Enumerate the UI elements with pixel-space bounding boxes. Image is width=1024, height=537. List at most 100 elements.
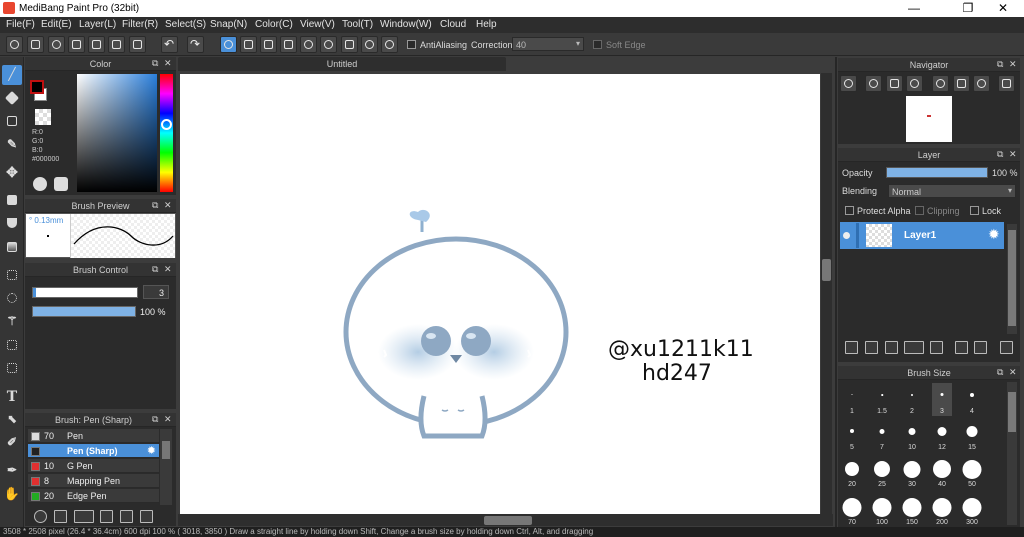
brush-size-option[interactable]: 4 — [962, 383, 982, 416]
snap-settings-button[interactable] — [381, 36, 398, 53]
eyedropper-tool[interactable]: ✒ — [2, 461, 22, 481]
layer-row-layer1[interactable]: Layer1 ✹ — [840, 222, 1004, 249]
menu-cloud[interactable]: Cloud — [440, 19, 466, 30]
select-eraser-tool[interactable] — [2, 358, 22, 378]
transparent-color-swatch[interactable] — [35, 109, 51, 125]
menu-color[interactable]: Color(C) — [255, 19, 293, 30]
document-button[interactable] — [88, 36, 105, 53]
menu-file[interactable]: File(F) — [6, 19, 35, 30]
hue-slider[interactable] — [160, 74, 173, 192]
close-button[interactable]: ✕ — [986, 0, 1020, 17]
brush-tool[interactable]: ╱ — [2, 65, 22, 85]
float-icon[interactable]: ⧉ — [152, 264, 158, 275]
brush-list-scroll-thumb[interactable] — [162, 441, 170, 459]
snap-off-button[interactable] — [220, 36, 237, 53]
shape-tool[interactable] — [2, 111, 22, 131]
menu-tool[interactable]: Tool(T) — [342, 19, 373, 30]
layer-folder-button[interactable] — [930, 341, 943, 354]
close-icon[interactable]: ✕ — [164, 414, 172, 425]
saturation-value-picker[interactable] — [77, 74, 157, 192]
gradient-tool[interactable] — [2, 237, 22, 257]
protect-alpha-checkbox[interactable] — [845, 206, 854, 215]
brush-size-option[interactable]: 50 — [962, 456, 982, 489]
canvas-horizontal-scrollbar[interactable] — [178, 514, 833, 526]
layer-list-scroll-thumb[interactable] — [1008, 230, 1016, 326]
navigator-thumbnail[interactable] — [906, 96, 952, 142]
new-layer-button[interactable] — [845, 341, 858, 354]
menu-filter[interactable]: Filter(R) — [122, 19, 158, 30]
brush-size-scrollbar[interactable] — [1007, 382, 1017, 525]
brush-size-option[interactable]: 5 — [842, 419, 862, 452]
new-brush-button[interactable] — [54, 510, 67, 523]
move-tool[interactable]: ✥ — [2, 163, 22, 183]
gear-icon[interactable]: ✹ — [147, 444, 156, 457]
radial-snap-button[interactable] — [300, 36, 317, 53]
minimize-button[interactable]: — — [897, 0, 931, 17]
lasso-tool[interactable] — [2, 288, 22, 308]
vertical-scroll-thumb[interactable] — [822, 259, 831, 281]
brush-size-scroll-thumb[interactable] — [1008, 392, 1016, 432]
operation-tool[interactable]: ⬉ — [2, 410, 22, 430]
menu-edit[interactable]: Edit(E) — [41, 19, 72, 30]
clipping-checkbox[interactable] — [915, 206, 924, 215]
zoom-out-button[interactable] — [906, 75, 923, 92]
menu-view[interactable]: View(V) — [300, 19, 335, 30]
canvas-paper[interactable]: @xu1211k11 hd247 — [180, 74, 820, 514]
brush-item-pen-sharp[interactable]: 3 Pen (Sharp) ✹ — [28, 444, 159, 458]
float-icon[interactable]: ⧉ — [152, 58, 158, 69]
close-icon[interactable]: ✕ — [164, 264, 172, 275]
circle-snap-button[interactable] — [361, 36, 378, 53]
brush-size-option[interactable]: 1 — [842, 383, 862, 416]
brush-size-option[interactable]: 20 — [842, 456, 862, 489]
fit-button[interactable] — [886, 75, 903, 92]
close-icon[interactable]: ✕ — [164, 200, 172, 211]
brush-size-option[interactable]: 200 — [932, 492, 952, 526]
brush-folder-button[interactable] — [120, 510, 133, 523]
brush-size-option[interactable]: 150 — [902, 492, 922, 526]
magic-wand-tool[interactable]: ⚚ — [2, 312, 22, 332]
brush-size-option[interactable]: 70 — [842, 492, 862, 526]
brush-size-option[interactable]: 12 — [932, 419, 952, 452]
parallel-snap-button[interactable] — [240, 36, 257, 53]
brush-size-option[interactable]: 1.5 — [872, 383, 892, 416]
add-layer-menu-button[interactable] — [904, 341, 924, 354]
brush-size-field[interactable]: 3 — [143, 285, 169, 299]
rotate-left-button[interactable] — [932, 75, 949, 92]
full-screen-button[interactable] — [953, 75, 970, 92]
hue-handle[interactable] — [161, 119, 172, 130]
blending-select[interactable]: Normal ▾ — [888, 184, 1016, 198]
foreground-color-swatch[interactable] — [30, 80, 44, 94]
menu-snap[interactable]: Snap(N) — [210, 19, 247, 30]
chat-button[interactable] — [68, 36, 85, 53]
close-icon[interactable]: ✕ — [1009, 59, 1017, 70]
cloud-button[interactable] — [6, 36, 23, 53]
close-icon[interactable]: ✕ — [1009, 149, 1017, 160]
new-8bit-layer-button[interactable] — [885, 341, 898, 354]
rotate-right-button[interactable] — [973, 75, 990, 92]
grid-button[interactable] — [129, 36, 146, 53]
brush-opacity-slider[interactable] — [32, 306, 136, 317]
bucket-tool[interactable] — [2, 213, 22, 233]
brush-size-option-selected[interactable]: 3 — [932, 383, 952, 416]
merge-layer-button[interactable] — [974, 341, 987, 354]
float-icon[interactable]: ⧉ — [997, 149, 1003, 160]
select-tool[interactable] — [2, 265, 22, 285]
canvas-tab[interactable]: Untitled — [178, 57, 506, 71]
color-history-button[interactable] — [54, 177, 68, 191]
correction-select[interactable]: 40 ▾ — [512, 37, 584, 51]
horizontal-scroll-thumb[interactable] — [484, 516, 532, 525]
select-pen-tool[interactable] — [2, 335, 22, 355]
brush-size-option[interactable]: 25 — [872, 456, 892, 489]
brush-size-option[interactable]: 100 — [872, 492, 892, 526]
canvas-vertical-scrollbar[interactable] — [821, 73, 832, 516]
brush-settings-button[interactable] — [34, 510, 47, 523]
duplicate-brush-button[interactable] — [140, 510, 153, 523]
brush-size-option[interactable]: 2 — [902, 383, 922, 416]
add-brush-menu-button[interactable] — [74, 510, 94, 523]
brush-item-g-pen[interactable]: 10 G Pen — [28, 459, 159, 473]
brush-item-edge-pen[interactable]: 20 Edge Pen — [28, 489, 159, 503]
close-icon[interactable]: ✕ — [164, 58, 172, 69]
menu-help[interactable]: Help — [476, 19, 497, 30]
gear-icon[interactable]: ✹ — [988, 226, 1000, 243]
color-palette-button[interactable] — [33, 177, 47, 191]
